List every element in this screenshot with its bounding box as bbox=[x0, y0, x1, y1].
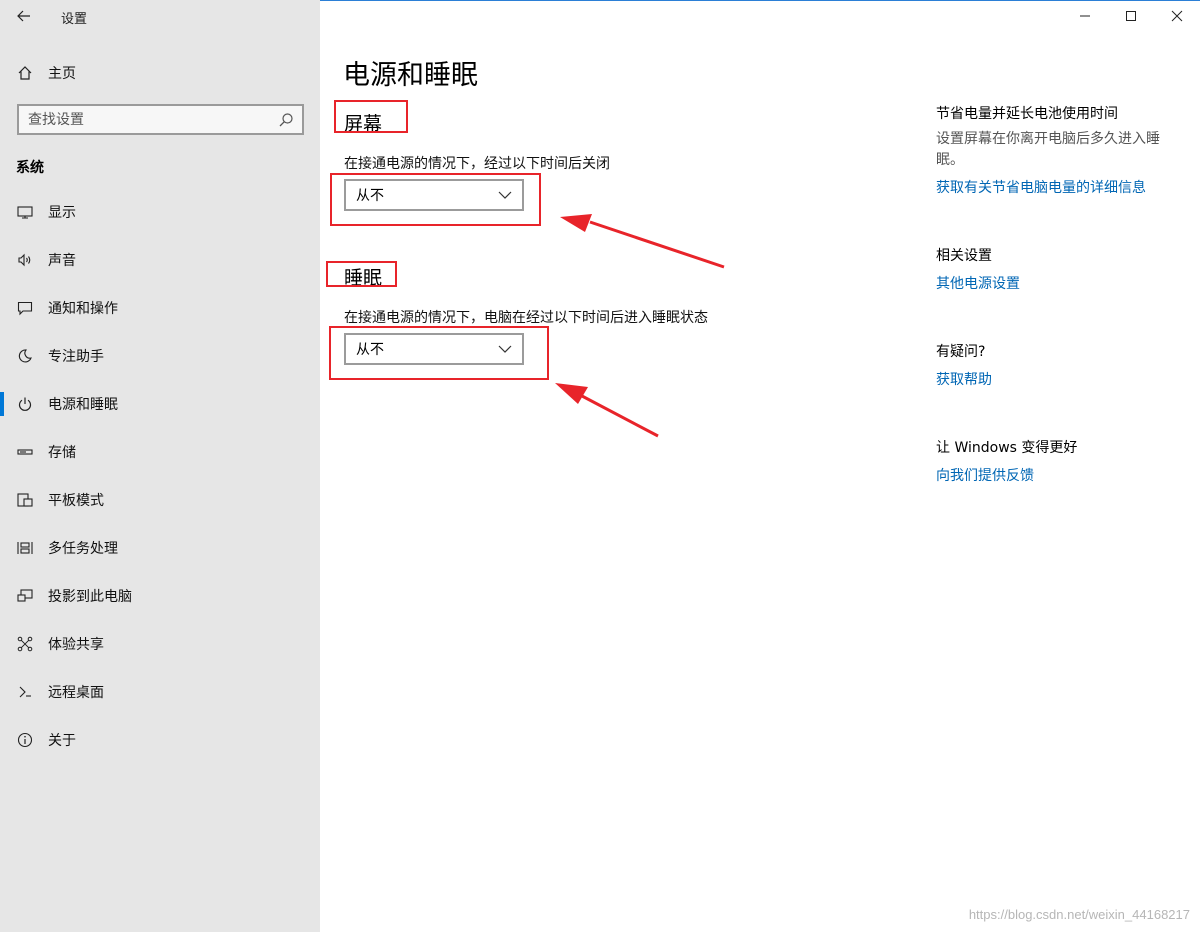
monitor-icon bbox=[16, 203, 34, 221]
info-icon bbox=[16, 731, 34, 749]
search-icon[interactable] bbox=[278, 112, 294, 128]
sidebar-item-label: 专注助手 bbox=[48, 349, 104, 365]
sidebar-item-label: 远程桌面 bbox=[48, 685, 104, 701]
minimize-icon bbox=[1080, 15, 1090, 17]
sidebar-item-power-sleep[interactable]: 电源和睡眠 bbox=[0, 384, 320, 424]
notification-icon bbox=[16, 299, 34, 317]
sidebar-item-label: 显示 bbox=[48, 205, 76, 221]
sidebar-item-display[interactable]: 显示 bbox=[0, 192, 320, 232]
sidebar-item-label: 平板模式 bbox=[48, 493, 104, 509]
power-icon bbox=[16, 395, 34, 413]
sidebar-item-remote-desktop[interactable]: 远程桌面 bbox=[0, 672, 320, 712]
remote-icon bbox=[16, 683, 34, 701]
sidebar-item-tablet-mode[interactable]: 平板模式 bbox=[0, 480, 320, 520]
share-icon bbox=[16, 635, 34, 653]
battery-info-link[interactable]: 获取有关节省电脑电量的详细信息 bbox=[936, 177, 1146, 197]
sidebar-item-label: 多任务处理 bbox=[48, 541, 118, 557]
annotation-arrow-screen bbox=[560, 214, 725, 269]
minimize-button[interactable] bbox=[1062, 0, 1108, 32]
close-button[interactable] bbox=[1154, 0, 1200, 32]
annotation-box-sleep-dropdown bbox=[329, 326, 549, 380]
page-title: 电源和睡眠 bbox=[343, 60, 478, 91]
additional-power-settings-link[interactable]: 其他电源设置 bbox=[936, 273, 1020, 293]
maximize-button[interactable] bbox=[1108, 0, 1154, 32]
sidebar-item-label: 声音 bbox=[48, 253, 76, 269]
sidebar: 设置 主页 系统 显示 声音 通知和操作 bbox=[0, 0, 320, 932]
tablet-icon bbox=[16, 491, 34, 509]
multitask-icon bbox=[16, 539, 34, 557]
get-help-link[interactable]: 获取帮助 bbox=[936, 369, 992, 389]
maximize-icon bbox=[1126, 11, 1136, 21]
search-input[interactable] bbox=[19, 106, 259, 133]
annotation-arrow-sleep bbox=[555, 383, 659, 438]
feedback-heading: 让 Windows 变得更好 bbox=[936, 440, 1078, 456]
back-button[interactable] bbox=[8, 4, 40, 28]
title-bar: 设置 bbox=[0, 0, 320, 32]
speaker-icon bbox=[16, 251, 34, 269]
moon-icon bbox=[16, 347, 34, 365]
sleep-description: 在接通电源的情况下，电脑在经过以下时间后进入睡眠状态 bbox=[344, 310, 708, 326]
sidebar-item-sound[interactable]: 声音 bbox=[0, 240, 320, 280]
sidebar-item-label: 电源和睡眠 bbox=[48, 397, 118, 413]
sidebar-item-project[interactable]: 投影到此电脑 bbox=[0, 576, 320, 616]
storage-icon bbox=[16, 443, 34, 461]
sidebar-item-notifications[interactable]: 通知和操作 bbox=[0, 288, 320, 328]
sidebar-item-label: 关于 bbox=[48, 733, 76, 749]
screen-description: 在接通电源的情况下，经过以下时间后关闭 bbox=[344, 156, 610, 172]
sidebar-item-home[interactable]: 主页 bbox=[0, 56, 320, 90]
battery-text: 设置屏幕在你离开电脑后多久进入睡眠。 bbox=[936, 131, 1160, 168]
back-arrow-icon bbox=[17, 10, 30, 22]
sidebar-item-about[interactable]: 关于 bbox=[0, 720, 320, 760]
annotation-box-screen-heading bbox=[334, 100, 408, 133]
sidebar-item-label: 存储 bbox=[48, 445, 76, 461]
annotation-box-screen-dropdown bbox=[330, 173, 541, 226]
sidebar-item-multitasking[interactable]: 多任务处理 bbox=[0, 528, 320, 568]
give-feedback-link[interactable]: 向我们提供反馈 bbox=[936, 465, 1034, 485]
annotation-box-sleep-heading bbox=[326, 261, 397, 287]
sidebar-item-label: 投影到此电脑 bbox=[48, 589, 132, 605]
related-settings-heading: 相关设置 bbox=[936, 248, 992, 264]
app-title: 设置 bbox=[61, 12, 88, 27]
sidebar-item-label: 通知和操作 bbox=[48, 301, 118, 317]
home-icon bbox=[16, 64, 34, 82]
active-indicator bbox=[0, 392, 4, 416]
sidebar-item-focus-assist[interactable]: 专注助手 bbox=[0, 336, 320, 376]
search-box[interactable] bbox=[17, 104, 304, 135]
section-header: 系统 bbox=[16, 160, 44, 176]
sidebar-item-shared-experiences[interactable]: 体验共享 bbox=[0, 624, 320, 664]
close-icon bbox=[1171, 10, 1183, 22]
sidebar-item-label: 体验共享 bbox=[48, 637, 104, 653]
battery-heading: 节省电量并延长电池使用时间 bbox=[936, 106, 1118, 122]
help-heading: 有疑问? bbox=[936, 344, 986, 360]
watermark: https://blog.csdn.net/weixin_44168217 bbox=[968, 907, 1190, 922]
sidebar-item-label: 主页 bbox=[48, 66, 76, 82]
project-icon bbox=[16, 587, 34, 605]
sidebar-item-storage[interactable]: 存储 bbox=[0, 432, 320, 472]
